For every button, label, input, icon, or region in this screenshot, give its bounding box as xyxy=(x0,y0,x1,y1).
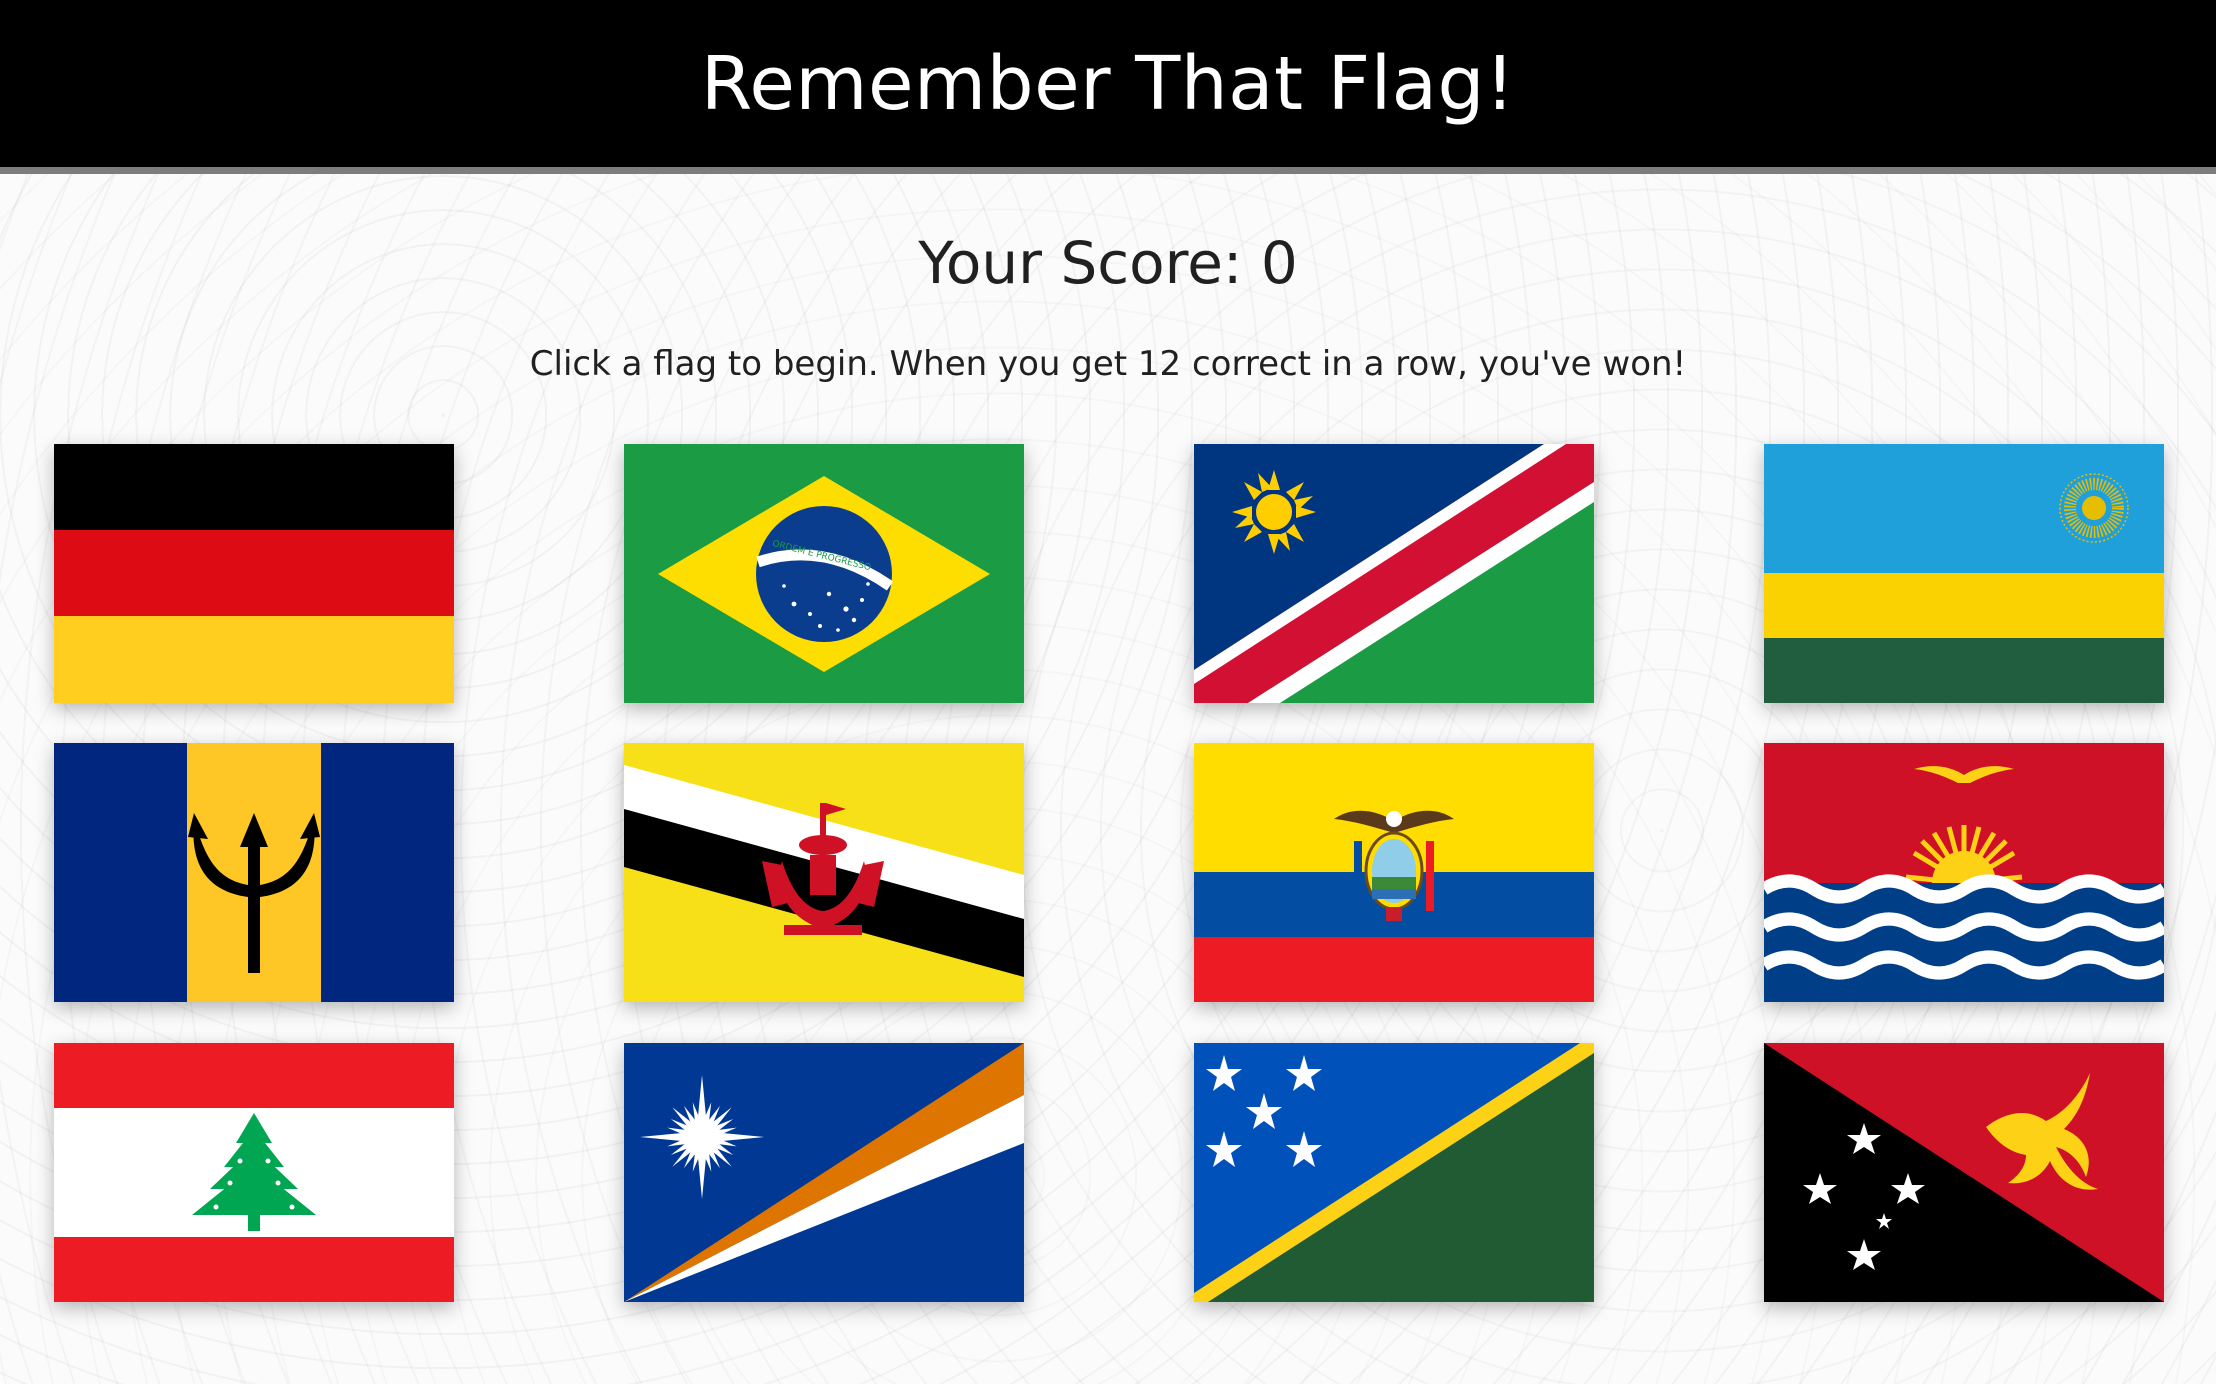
brazil-flag-image: ORDEM E PROGRESSO xyxy=(624,444,1024,703)
marshall-islands-flag[interactable] xyxy=(624,1043,1024,1302)
germany-flag-image xyxy=(54,444,454,703)
game-page: Remember That Flag! Your Score: 0 Click … xyxy=(0,0,2216,1384)
brunei-flag-image xyxy=(624,743,1024,1002)
flag-grid: ORDEM E PROGRESSO xyxy=(0,0,2216,1384)
rwanda-flag[interactable] xyxy=(1764,444,2164,703)
solomon-islands-flag-image xyxy=(1194,1043,1594,1302)
barbados-flag-image xyxy=(54,743,454,1002)
lebanon-flag-image xyxy=(54,1043,454,1302)
kiribati-flag[interactable] xyxy=(1764,743,2164,1002)
brunei-flag[interactable] xyxy=(624,743,1024,1002)
ecuador-flag-image xyxy=(1194,743,1594,1002)
solomon-islands-flag[interactable] xyxy=(1194,1043,1594,1302)
namibia-flag[interactable] xyxy=(1194,444,1594,703)
germany-flag[interactable] xyxy=(54,444,454,703)
papua-new-guinea-flag-image xyxy=(1764,1043,2164,1302)
marshall-islands-flag-image xyxy=(624,1043,1024,1302)
brazil-flag[interactable]: ORDEM E PROGRESSO xyxy=(624,444,1024,703)
namibia-flag-image xyxy=(1194,444,1594,703)
barbados-flag[interactable] xyxy=(54,743,454,1002)
rwanda-flag-image xyxy=(1764,444,2164,703)
kiribati-flag-image xyxy=(1764,743,2164,1002)
papua-new-guinea-flag[interactable] xyxy=(1764,1043,2164,1302)
lebanon-flag[interactable] xyxy=(54,1043,454,1302)
ecuador-flag[interactable] xyxy=(1194,743,1594,1002)
